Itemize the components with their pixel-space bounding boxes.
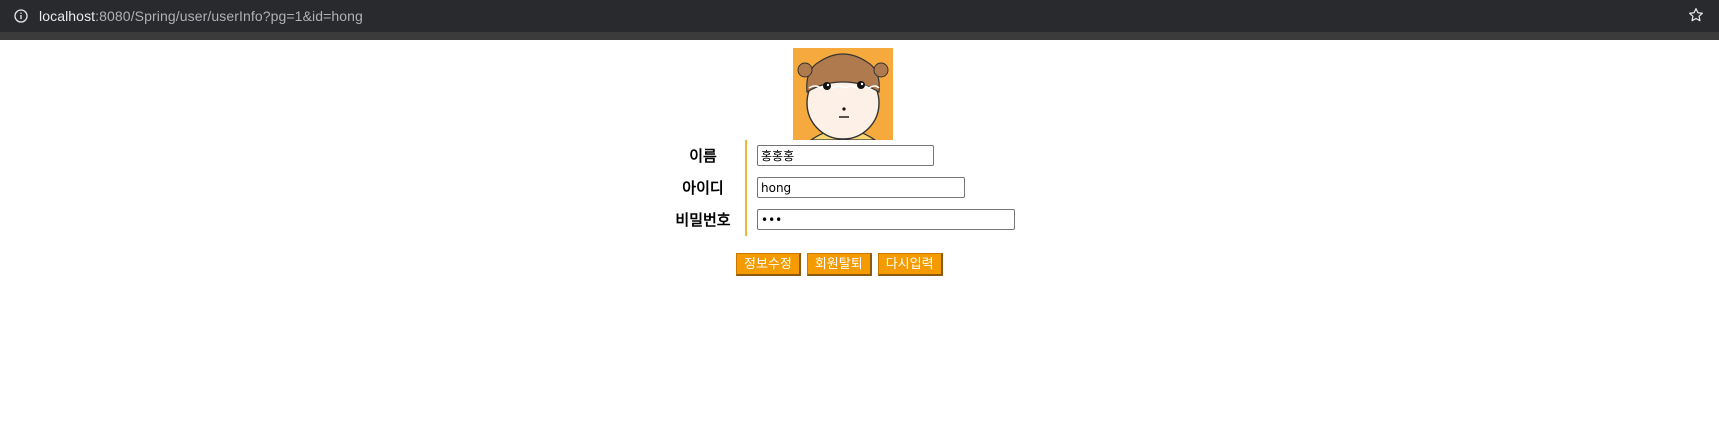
url-host: localhost <box>39 8 96 24</box>
url-path: :8080/Spring/user/userInfo?pg=1&id=hong <box>95 8 363 24</box>
id-field[interactable] <box>757 177 965 198</box>
password-field[interactable] <box>757 209 1015 230</box>
form-buttons: 정보수정 회원탈퇴 다시입력 <box>736 253 943 276</box>
id-label: 아이디 <box>682 179 724 197</box>
reset-button[interactable]: 다시입력 <box>877 253 943 276</box>
name-field[interactable] <box>757 145 934 166</box>
update-info-button[interactable]: 정보수정 <box>736 253 801 276</box>
url-field[interactable]: localhost:8080/Spring/user/userInfo?pg=1… <box>39 8 363 24</box>
withdraw-button[interactable]: 회원탈퇴 <box>806 253 872 276</box>
browser-toolbar-strip <box>0 32 1719 40</box>
star-icon[interactable] <box>1687 6 1705 24</box>
name-label: 이름 <box>689 147 717 165</box>
user-info-page: 이름 아이디 비밀번호 정보수정 회원탈퇴 다시입력 <box>0 40 1719 433</box>
avatar <box>793 48 893 140</box>
password-label: 비밀번호 <box>675 211 731 229</box>
info-circle-icon[interactable] <box>12 7 30 25</box>
browser-address-bar: localhost:8080/Spring/user/userInfo?pg=1… <box>0 0 1719 32</box>
